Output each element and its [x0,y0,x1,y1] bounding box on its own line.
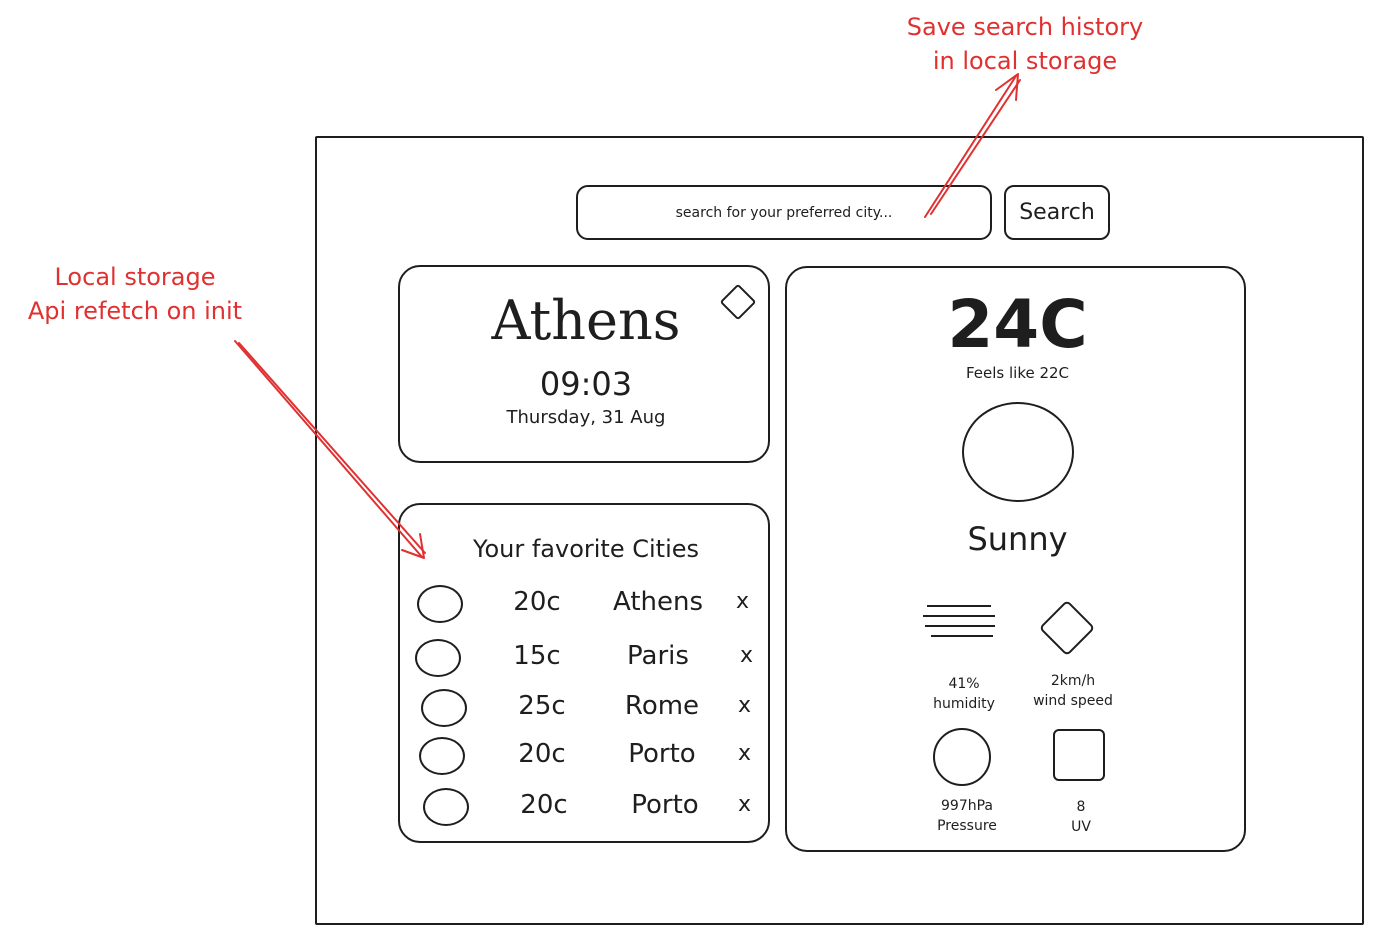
favorites-arrow-shadow [238,342,426,554]
favorites-arrow [234,340,423,558]
annotation-arrows [234,73,1021,559]
search-history-arrow-shadow [930,79,1021,215]
search-history-arrow [924,75,1017,218]
